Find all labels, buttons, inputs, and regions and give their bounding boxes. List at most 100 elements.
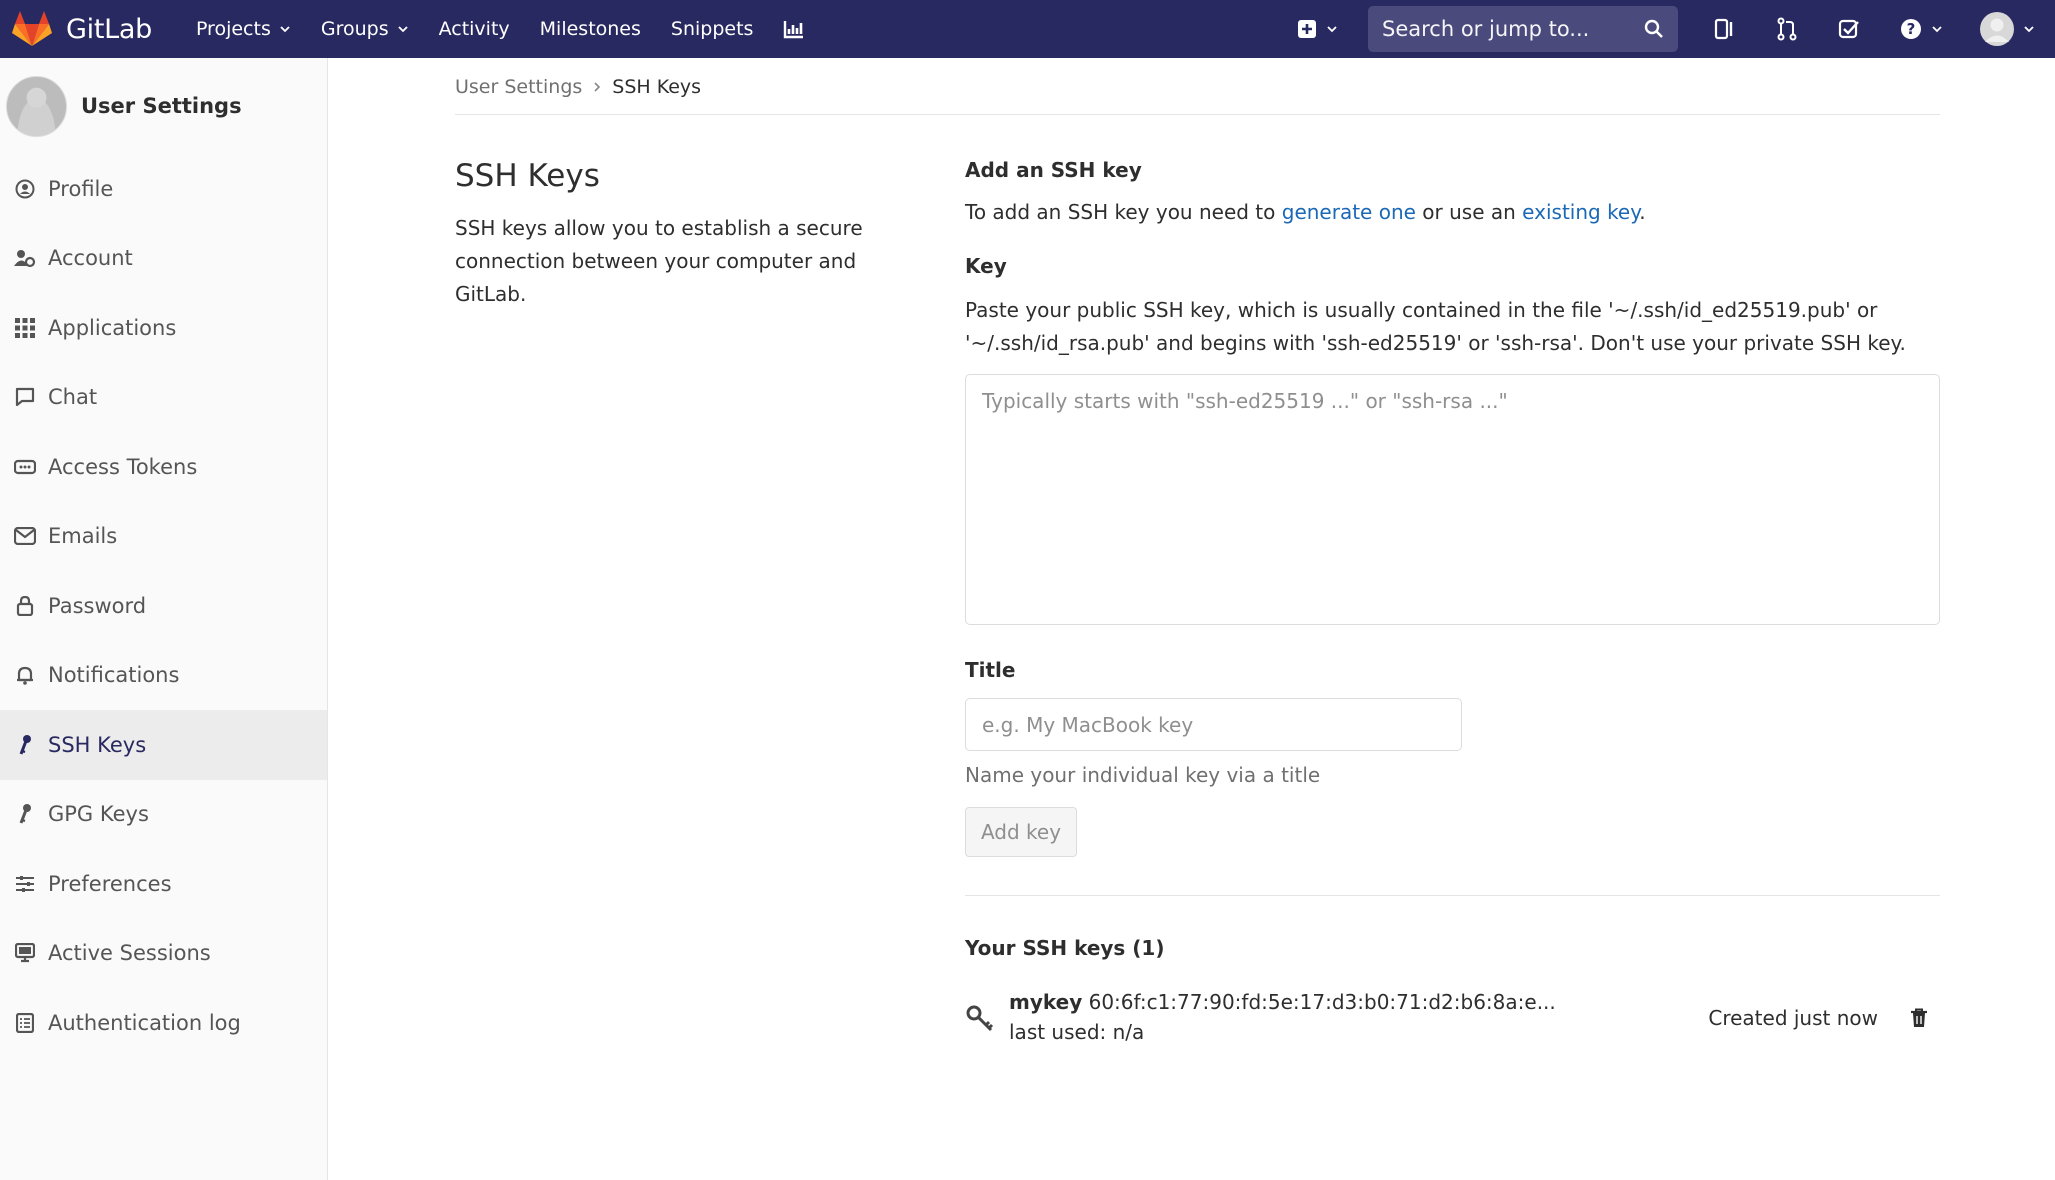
- sidebar-item-label: Emails: [48, 524, 118, 549]
- key-created-time: Created just now: [1708, 1006, 1878, 1030]
- title-help-text: Name your individual key via a title: [965, 763, 1321, 787]
- breadcrumb-current[interactable]: SSH Keys: [612, 76, 701, 98]
- add-key-heading: Add an SSH key: [965, 158, 1142, 182]
- add-desc-text: To add an SSH key you need to: [965, 200, 1282, 224]
- breadcrumb-divider: [455, 114, 1940, 115]
- list-log-icon: [14, 1012, 36, 1034]
- brand-name: GitLab: [66, 13, 152, 45]
- key-last-used: last used: n/a: [1009, 1020, 1145, 1044]
- title-input[interactable]: [965, 698, 1462, 751]
- search-input[interactable]: Search or jump to...: [1368, 6, 1678, 52]
- todo-check-icon: [1838, 19, 1859, 39]
- search-icon: [1644, 19, 1663, 38]
- sidebar-item-label: Chat: [48, 385, 98, 410]
- chevron-down-icon: [2024, 26, 2034, 33]
- page-title: SSH Keys: [455, 158, 600, 194]
- sidebar-item-notifications[interactable]: Notifications: [0, 641, 327, 711]
- nav-projects-label: Projects: [195, 18, 271, 40]
- account-gear-icon: [14, 247, 36, 269]
- help-dropdown[interactable]: ?: [1900, 18, 1943, 40]
- nav-groups-label: Groups: [320, 18, 389, 40]
- breadcrumb: User Settings SSH Keys: [455, 76, 701, 98]
- add-key-button[interactable]: Add key: [965, 807, 1077, 857]
- sidebar-item-label: Applications: [48, 315, 177, 340]
- nav-activity[interactable]: Activity: [439, 18, 510, 40]
- merge-requests-button[interactable]: [1776, 17, 1798, 41]
- sidebar-item-label: Preferences: [48, 871, 172, 896]
- sidebar-item-password[interactable]: Password: [0, 571, 327, 641]
- existing-key-link[interactable]: existing key: [1522, 200, 1639, 224]
- chevron-down-icon: [1327, 26, 1337, 33]
- token-icon: [14, 456, 36, 478]
- section-divider: [965, 895, 1940, 896]
- email-icon: [14, 525, 36, 547]
- user-menu-dropdown[interactable]: [1979, 11, 2035, 47]
- new-item-dropdown[interactable]: [1297, 19, 1338, 39]
- search-placeholder: Search or jump to...: [1382, 17, 1590, 41]
- nav-milestones-label: Milestones: [539, 18, 641, 40]
- nav-snippets[interactable]: Snippets: [671, 18, 754, 40]
- merge-request-icon: [1777, 17, 1797, 41]
- ssh-key-form: Add an SSH key To add an SSH key you nee…: [965, 158, 1940, 1044]
- svg-text:?: ?: [1907, 20, 1916, 38]
- sidebar-item-label: Active Sessions: [48, 941, 211, 966]
- sidebar-item-ssh-keys[interactable]: SSH Keys: [0, 710, 327, 780]
- sidebar-item-emails[interactable]: Emails: [0, 502, 327, 572]
- trash-icon: [1911, 1008, 1927, 1027]
- sidebar-title: User Settings: [81, 94, 242, 118]
- key-icon: [966, 1005, 994, 1032]
- nav-groups[interactable]: Groups: [321, 18, 409, 40]
- title-label: Title: [965, 658, 1016, 682]
- nav-activity-label: Activity: [438, 18, 510, 40]
- sidebar-item-profile[interactable]: Profile: [0, 154, 327, 224]
- sidebar-item-preferences[interactable]: Preferences: [0, 849, 327, 919]
- nav-snippets-label: Snippets: [670, 18, 754, 40]
- page-description: SSH keys allow you to establish a secure…: [455, 216, 863, 306]
- lock-icon: [14, 595, 36, 617]
- sidebar-item-label: Authentication log: [48, 1010, 241, 1035]
- chart-icon: [784, 21, 804, 39]
- sidebar-item-label: Password: [48, 593, 147, 618]
- key-title-line: mykey 60:6f:c1:77:90:fd:5e:17:d3:b0:71:d…: [1009, 990, 1708, 1014]
- sidebar-item-active-sessions[interactable]: Active Sessions: [0, 919, 327, 989]
- help-icon: ?: [1901, 19, 1921, 39]
- sidebar-item-gpg-keys[interactable]: GPG Keys: [0, 780, 327, 850]
- key-icon: [14, 803, 36, 825]
- chat-icon: [14, 386, 36, 408]
- bell-icon: [14, 664, 36, 686]
- chevron-right-icon: [594, 82, 601, 92]
- delete-key-button[interactable]: [1910, 1008, 1928, 1032]
- sidebar-item-applications[interactable]: Applications: [0, 293, 327, 363]
- sidebar-item-authentication-log[interactable]: Authentication log: [0, 988, 327, 1058]
- sidebar-item-label: Notifications: [48, 663, 180, 688]
- chevron-down-icon: [397, 26, 408, 33]
- your-keys-heading: Your SSH keys (1): [965, 936, 1165, 960]
- plus-square-icon: [1298, 20, 1316, 38]
- breadcrumb-parent-link[interactable]: User Settings: [455, 76, 582, 98]
- nav-projects[interactable]: Projects: [196, 18, 291, 40]
- gitlab-logo[interactable]: GitLab: [12, 11, 152, 47]
- sidebar-item-label: GPG Keys: [48, 802, 149, 827]
- key-fingerprint: 60:6f:c1:77:90:fd:5e:17:d3:b0:71:d2:b6:8…: [1088, 990, 1556, 1014]
- key-label: Key: [965, 254, 1007, 278]
- avatar: [6, 75, 67, 137]
- sidebar-header[interactable]: User Settings: [0, 58, 327, 154]
- add-key-description: To add an SSH key you need to generate o…: [965, 200, 1940, 224]
- sidebar-item-chat[interactable]: Chat: [0, 363, 327, 433]
- generate-one-link[interactable]: generate one: [1282, 200, 1416, 224]
- nav-analytics[interactable]: [783, 19, 805, 39]
- top-navbar: GitLab Projects Groups Activity Mileston…: [0, 0, 2055, 58]
- sidebar-item-account[interactable]: Account: [0, 224, 327, 294]
- chevron-down-icon: [280, 26, 290, 33]
- applications-grid-icon: [14, 317, 36, 339]
- todos-button[interactable]: [1838, 18, 1860, 40]
- nav-milestones[interactable]: Milestones: [540, 18, 641, 40]
- key-textarea[interactable]: [965, 374, 1940, 625]
- sidebar-item-access-tokens[interactable]: Access Tokens: [0, 432, 327, 502]
- profile-icon: [14, 178, 36, 200]
- key-name[interactable]: mykey: [1009, 990, 1082, 1014]
- sidebar-item-label: Profile: [48, 176, 114, 201]
- add-desc-text: .: [1639, 200, 1646, 224]
- sidebar-toggle-button[interactable]: [1714, 17, 1736, 41]
- monitor-icon: [14, 942, 36, 964]
